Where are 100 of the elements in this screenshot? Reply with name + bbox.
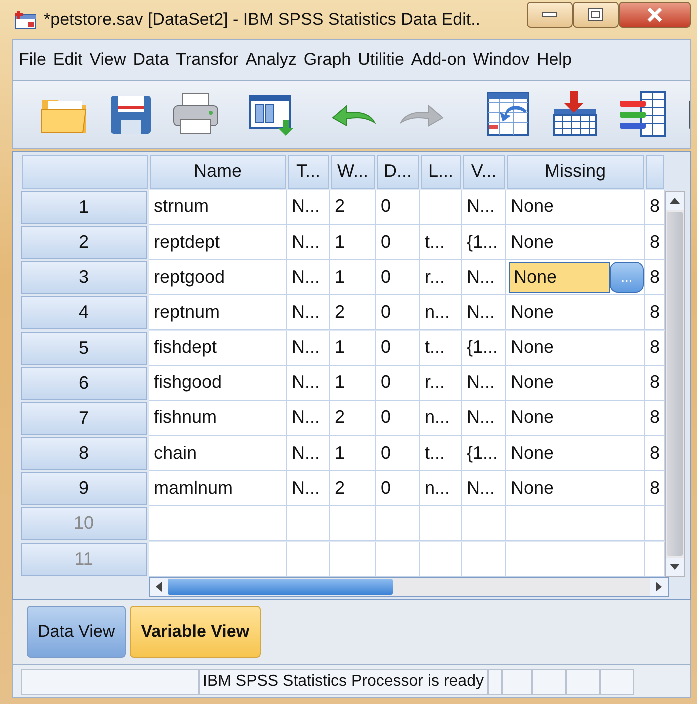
table-cell[interactable]: fishdept [149, 330, 287, 366]
menu-item[interactable]: Graph [304, 47, 352, 73]
table-cell[interactable]: 8 [645, 260, 665, 296]
table-cell[interactable] [287, 506, 330, 542]
column-header[interactable] [646, 154, 664, 189]
row-header[interactable]: 1 [21, 190, 147, 224]
table-cell[interactable]: N... [287, 225, 330, 260]
table-cell[interactable] [376, 542, 420, 577]
scroll-left-icon[interactable] [156, 582, 162, 592]
table-cell[interactable]: strnum [149, 190, 287, 225]
table-cell[interactable]: 8 [645, 225, 665, 260]
row-header[interactable]: 5 [21, 332, 147, 365]
table-cell[interactable]: 0 [376, 366, 420, 401]
table-cell[interactable]: 0 [376, 225, 420, 260]
column-header[interactable]: D... [377, 154, 419, 189]
table-cell[interactable]: N... [462, 366, 506, 401]
column-header[interactable]: V... [463, 154, 505, 189]
table-cell[interactable]: 1 [330, 330, 376, 366]
vertical-scrollbar[interactable] [665, 190, 685, 577]
table-cell[interactable]: None [506, 471, 645, 506]
table-cell[interactable]: reptgood [149, 260, 287, 296]
table-cell[interactable]: 8 [645, 471, 665, 506]
table-cell[interactable]: reptnum [149, 295, 287, 330]
table-cell[interactable] [645, 542, 665, 577]
table-cell[interactable]: t... [420, 436, 462, 472]
table-cell[interactable] [462, 542, 506, 577]
table-cell[interactable]: 8 [645, 295, 665, 330]
table-cell[interactable]: N... [287, 471, 330, 506]
view-tab[interactable]: Data View [27, 606, 126, 658]
maximize-button[interactable] [573, 2, 619, 28]
menu-item[interactable]: Edit [53, 47, 83, 73]
scrollbar-thumb[interactable] [168, 578, 393, 595]
table-cell[interactable] [330, 506, 376, 542]
table-cell[interactable]: r... [420, 366, 462, 401]
menu-item[interactable]: Transfor [176, 47, 239, 73]
table-cell[interactable]: 8 [645, 366, 665, 401]
table-cell[interactable]: N... [287, 436, 330, 472]
close-button[interactable] [619, 2, 691, 28]
menu-item[interactable]: View [90, 47, 126, 73]
table-cell[interactable]: 0 [376, 330, 420, 366]
scrollbar-thumb[interactable] [667, 212, 683, 556]
table-cell[interactable]: N... [287, 260, 330, 296]
table-cell[interactable]: 2 [330, 295, 376, 330]
menu-item[interactable]: File [19, 47, 46, 73]
table-cell[interactable]: 0 [376, 295, 420, 330]
horizontal-scrollbar[interactable] [149, 576, 669, 597]
menu-item[interactable]: Add-on [411, 47, 466, 73]
table-cell[interactable]: {1... [462, 330, 506, 366]
table-cell[interactable] [506, 506, 645, 542]
table-cell[interactable]: N... [462, 471, 506, 506]
table-cell[interactable]: 2 [330, 471, 376, 506]
table-cell[interactable]: None [506, 225, 645, 260]
variables-list-icon[interactable] [617, 89, 669, 140]
row-header[interactable]: 2 [21, 226, 147, 260]
table-cell[interactable]: 0 [376, 400, 420, 436]
table-cell[interactable]: 2 [330, 400, 376, 436]
table-cell[interactable]: None [506, 436, 645, 472]
table-cell[interactable]: None [506, 295, 645, 330]
table-cell[interactable] [149, 506, 287, 542]
menu-item[interactable]: Data [133, 47, 170, 73]
table-cell[interactable]: n... [420, 471, 462, 506]
table-cell[interactable] [420, 506, 462, 542]
table-cell[interactable]: N... [287, 330, 330, 366]
row-header[interactable]: 7 [21, 402, 147, 435]
scroll-right-icon[interactable] [656, 582, 662, 592]
table-cell[interactable]: 0 [376, 260, 420, 296]
table-cell[interactable]: {1... [462, 436, 506, 472]
table-cell[interactable] [149, 542, 287, 577]
table-cell[interactable]: N... [462, 190, 506, 225]
table-cell[interactable]: 1 [330, 436, 376, 472]
column-header[interactable]: L... [421, 154, 461, 189]
table-cell[interactable]: 8 [645, 400, 665, 436]
menu-item[interactable]: Windov [473, 47, 530, 73]
menu-item[interactable]: Utilitie [358, 47, 404, 73]
table-cell[interactable]: 2 [330, 190, 376, 225]
menu-item[interactable]: Analyz [246, 47, 297, 73]
table-cell[interactable]: t... [420, 330, 462, 366]
table-cell[interactable] [462, 506, 506, 542]
table-cell[interactable]: reptdept [149, 225, 287, 260]
table-cell[interactable]: None [506, 366, 645, 401]
scroll-up-icon[interactable] [670, 198, 680, 204]
row-header[interactable]: 3 [21, 261, 147, 294]
table-cell[interactable]: N... [287, 400, 330, 436]
row-header[interactable]: 6 [21, 366, 147, 400]
table-cell[interactable]: N... [287, 190, 330, 225]
table-cell[interactable]: 8 [645, 190, 665, 225]
row-header[interactable]: 4 [21, 296, 147, 330]
table-cell[interactable]: 1 [330, 225, 376, 260]
scroll-down-icon[interactable] [670, 564, 680, 570]
table-cell[interactable]: N... [462, 295, 506, 330]
menu-item[interactable]: Help [536, 47, 572, 73]
table-cell[interactable]: 8 [645, 330, 665, 366]
column-header[interactable]: Missing [507, 154, 644, 189]
table-cell[interactable]: 0 [376, 471, 420, 506]
column-header[interactable]: W... [331, 154, 375, 189]
table-cell[interactable] [645, 506, 665, 542]
table-cell[interactable]: fishnum [149, 400, 287, 436]
table-cell[interactable]: chain [149, 436, 287, 472]
table-cell[interactable]: mamlnum [149, 471, 287, 506]
table-cell[interactable]: n... [420, 400, 462, 436]
